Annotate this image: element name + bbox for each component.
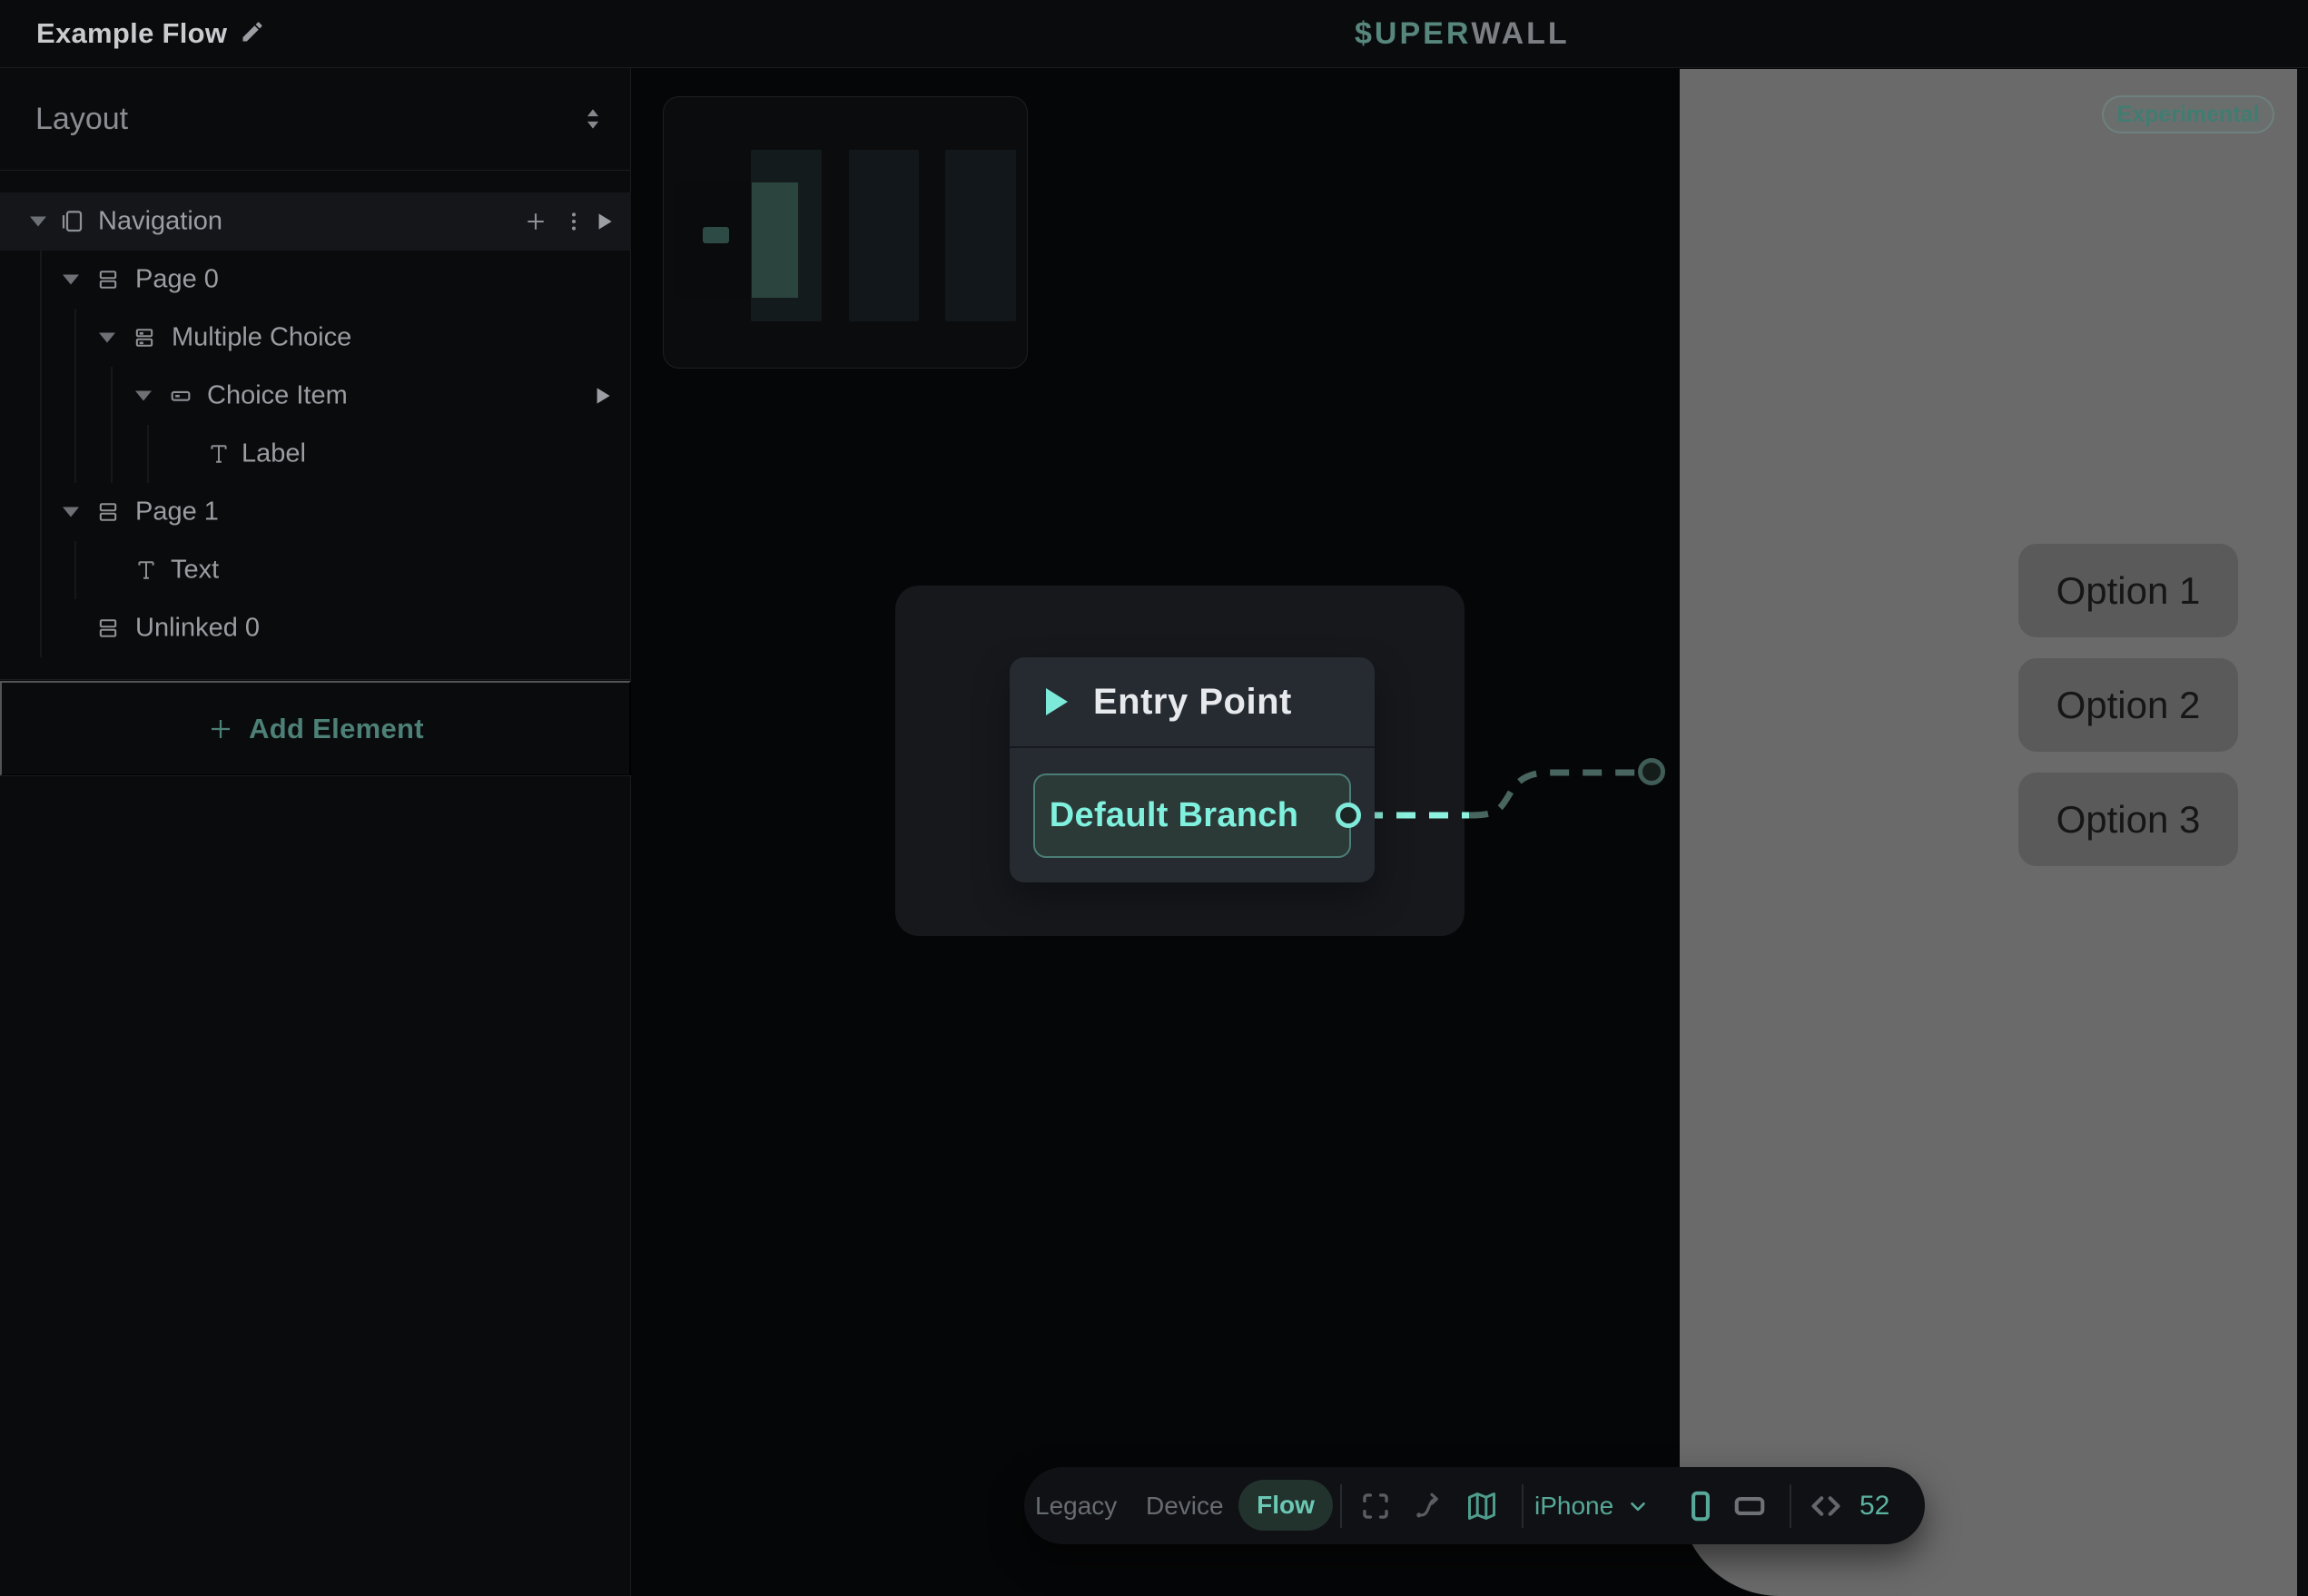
plus-icon[interactable] — [522, 208, 549, 235]
device-preview-panel: Experimental Option 1 Option 2 Option 3 — [1680, 69, 2297, 1596]
tree-item-label-element[interactable]: Label — [0, 425, 631, 483]
plus-icon — [207, 715, 234, 743]
caret-down-icon[interactable] — [63, 275, 79, 285]
mode-flow-label: Flow — [1257, 1491, 1315, 1520]
app-root: Example Flow $UPERWALL Layout — [0, 0, 2308, 1596]
play-icon[interactable] — [588, 382, 616, 409]
option-2-label: Option 2 — [2056, 684, 2201, 727]
tree-item-label: Page 0 — [135, 265, 219, 295]
thumb-page-bar — [945, 150, 1016, 321]
sidebar-divider-top — [0, 170, 631, 171]
tree-item-label: Page 1 — [135, 498, 219, 527]
superwall-logo: $UPERWALL — [1355, 0, 1570, 67]
kebab-icon[interactable] — [560, 208, 587, 235]
device-select-dropdown[interactable]: iPhone — [1534, 1467, 1650, 1544]
flow-share-icon[interactable] — [1413, 1491, 1444, 1522]
caret-down-icon[interactable] — [63, 507, 79, 517]
text-icon — [133, 557, 160, 584]
entry-point-header: Entry Point — [1010, 657, 1375, 746]
flow-title: Example Flow — [36, 0, 227, 67]
add-element-button[interactable]: Add Element — [0, 681, 631, 776]
mode-legacy-button[interactable]: Legacy — [1035, 1492, 1117, 1521]
tree-item-label: Label — [242, 439, 306, 469]
default-branch-label: Default Branch — [1050, 796, 1298, 835]
thumb-accent-dash — [703, 227, 729, 243]
page-icon — [94, 498, 122, 526]
caret-down-icon[interactable] — [99, 333, 115, 343]
option-3-label: Option 3 — [2056, 798, 2201, 842]
tree-item-page-1[interactable]: Page 1 — [0, 483, 631, 541]
pencil-icon — [240, 19, 265, 49]
play-icon — [1046, 688, 1068, 715]
layout-sidebar: Layout Navigation — [0, 68, 631, 1596]
tree-item-unlinked-0[interactable]: Unlinked 0 — [0, 599, 631, 657]
tree-item-label: Multiple Choice — [172, 323, 351, 353]
brand-teal: $UPER — [1355, 16, 1471, 52]
tree-item-label: Choice Item — [207, 381, 348, 411]
tree-item-page-0[interactable]: Page 0 — [0, 251, 631, 309]
caret-down-icon[interactable] — [30, 217, 46, 227]
pages-icon — [58, 208, 85, 235]
option-3-button[interactable]: Option 3 — [2018, 773, 2238, 866]
top-bar: Example Flow $UPERWALL — [0, 0, 2308, 68]
thumb-page-bar — [849, 150, 919, 321]
play-icon[interactable] — [590, 208, 617, 235]
add-element-label: Add Element — [249, 713, 424, 745]
thumb-page-bar-active — [752, 182, 798, 298]
option-2-button[interactable]: Option 2 — [2018, 658, 2238, 752]
tree-item-label: Navigation — [98, 207, 222, 237]
page-icon — [94, 615, 122, 642]
multiple-choice-icon — [131, 324, 158, 351]
phone-landscape-icon[interactable] — [1732, 1489, 1767, 1523]
layout-panel-title: Layout — [35, 68, 128, 170]
toolbar-divider — [1790, 1484, 1791, 1528]
sidebar-divider-bottom — [0, 679, 631, 680]
edit-title-button[interactable] — [240, 0, 265, 67]
experimental-badge: Experimental — [2102, 95, 2274, 133]
layout-panel-header: Layout — [0, 68, 631, 170]
fullscreen-icon[interactable] — [1360, 1491, 1391, 1522]
option-1-label: Option 1 — [2056, 569, 2201, 613]
zoom-level-value[interactable]: 52 — [1859, 1491, 1889, 1522]
pages-thumbnail-card[interactable] — [663, 96, 1028, 369]
tree-item-navigation[interactable]: Navigation — [0, 192, 631, 251]
bottom-toolbar: Legacy Device Flow iPhone — [1024, 1467, 1925, 1544]
entry-point-title: Entry Point — [1093, 682, 1292, 723]
tree-item-label: Unlinked 0 — [135, 614, 260, 644]
scroll-gutter — [2297, 69, 2308, 1596]
tree-item-multiple-choice[interactable]: Multiple Choice — [0, 309, 631, 367]
node-divider — [1010, 746, 1375, 748]
caret-down-icon[interactable] — [135, 391, 152, 401]
toolbar-divider — [1340, 1484, 1342, 1528]
default-branch-button[interactable]: Default Branch — [1033, 773, 1351, 858]
wire-endpoint-port[interactable] — [1638, 758, 1665, 785]
sort-icon[interactable] — [577, 103, 608, 134]
sidebar-divider-lower — [0, 775, 631, 776]
tree-item-choice-item[interactable]: Choice Item — [0, 367, 631, 425]
tree-item-label: Text — [171, 556, 219, 586]
phone-portrait-icon[interactable] — [1683, 1489, 1718, 1523]
connector-wire-dim — [1469, 773, 1636, 815]
text-icon — [205, 440, 232, 468]
experimental-badge-label: Experimental — [2116, 102, 2259, 128]
chevron-down-icon — [1626, 1494, 1650, 1518]
brand-grey: WALL — [1471, 16, 1569, 52]
device-select-value: iPhone — [1534, 1492, 1613, 1521]
map-icon[interactable] — [1465, 1490, 1498, 1522]
page-icon — [94, 266, 122, 293]
mode-flow-button[interactable]: Flow — [1238, 1480, 1333, 1531]
branch-output-port[interactable] — [1336, 803, 1361, 828]
tree-item-text[interactable]: Text — [0, 541, 631, 599]
entry-point-node[interactable]: Entry Point Default Branch — [1010, 657, 1375, 882]
code-icon[interactable] — [1809, 1489, 1843, 1523]
mode-device-button[interactable]: Device — [1146, 1492, 1224, 1521]
choice-item-icon — [167, 382, 194, 409]
toolbar-divider — [1522, 1484, 1524, 1528]
option-1-button[interactable]: Option 1 — [2018, 544, 2238, 637]
